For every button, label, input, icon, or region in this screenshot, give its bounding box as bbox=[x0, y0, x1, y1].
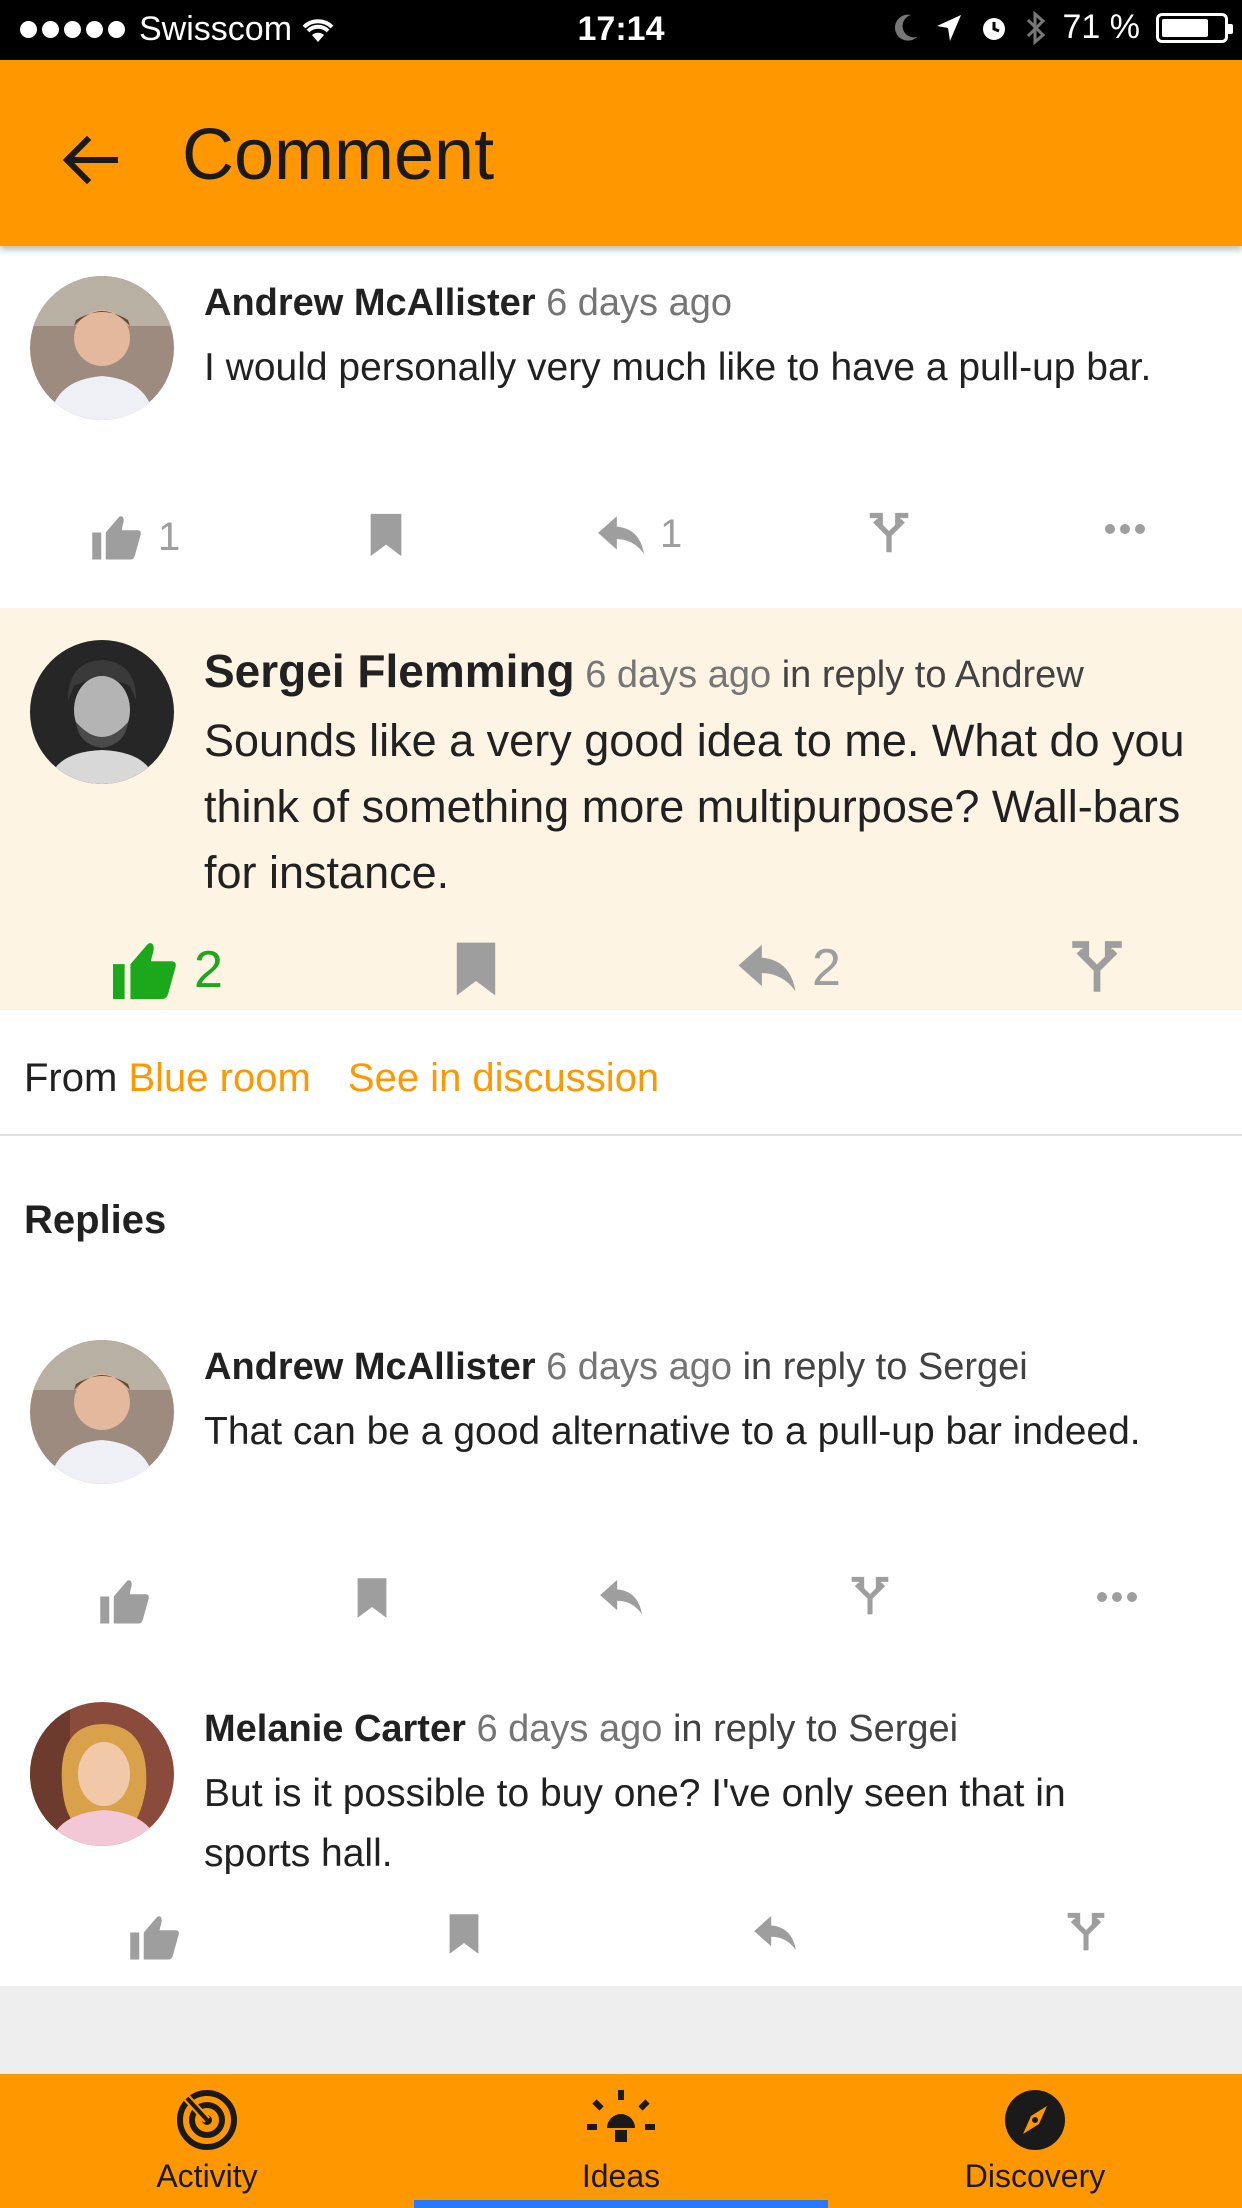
arrow-back-icon bbox=[62, 135, 118, 185]
comment-author[interactable]: Sergei Flemming bbox=[204, 645, 575, 697]
app-bar: Comment bbox=[0, 60, 1242, 246]
from-label: From bbox=[24, 1056, 118, 1100]
compass-icon bbox=[1005, 2090, 1065, 2150]
list-end-spacer bbox=[0, 1986, 1242, 2074]
comment-time: 6 days ago bbox=[585, 654, 772, 696]
reply-to-label[interactable]: in reply to Sergei bbox=[673, 1708, 958, 1750]
battery-percent: 71 % bbox=[1062, 8, 1141, 46]
bottom-navigation: Activity Ideas Discovery bbox=[0, 2074, 1242, 2208]
comment-time: 6 days ago bbox=[546, 1346, 733, 1388]
reply-to-label[interactable]: in reply to Andrew bbox=[782, 654, 1084, 696]
reply-icon bbox=[738, 944, 796, 992]
comment-author[interactable]: Melanie Carter bbox=[204, 1708, 466, 1750]
location-icon bbox=[936, 14, 961, 41]
avatar-melanie[interactable] bbox=[30, 1702, 174, 1846]
like-button[interactable] bbox=[128, 1912, 182, 1962]
more-button[interactable] bbox=[1104, 522, 1146, 536]
lightbulb-icon bbox=[587, 2090, 655, 2142]
reply-icon bbox=[600, 1579, 642, 1615]
like-button[interactable]: 1 bbox=[90, 512, 180, 562]
bookmark-button[interactable] bbox=[366, 512, 406, 558]
thumb-up-icon bbox=[100, 1580, 149, 1624]
bookmark-button[interactable] bbox=[446, 1912, 482, 1956]
active-tab-indicator bbox=[414, 2200, 828, 2208]
reply-to-label[interactable]: in reply to Sergei bbox=[743, 1346, 1028, 1388]
room-link[interactable]: Blue room bbox=[128, 1056, 310, 1100]
nav-label: Ideas bbox=[581, 2158, 661, 2194]
bookmark-icon bbox=[449, 1914, 479, 1954]
fork-icon bbox=[869, 512, 909, 553]
bluetooth-icon bbox=[1026, 10, 1045, 45]
like-count: 1 bbox=[158, 514, 181, 559]
bookmark-icon bbox=[370, 513, 402, 557]
nav-activity[interactable]: Activity bbox=[0, 2074, 414, 2208]
reply-button[interactable] bbox=[752, 1914, 798, 1952]
fork-button[interactable] bbox=[1070, 940, 1124, 994]
comment-author[interactable]: Andrew McAllister bbox=[204, 282, 536, 324]
moon-icon bbox=[894, 14, 917, 41]
bookmark-button[interactable] bbox=[354, 1576, 390, 1620]
comment-time: 6 days ago bbox=[546, 282, 733, 324]
more-horizontal-icon bbox=[1105, 524, 1145, 534]
reply-count: 2 bbox=[812, 939, 841, 997]
comment-time: 6 days ago bbox=[476, 1708, 663, 1750]
bookmark-button[interactable] bbox=[452, 940, 500, 998]
more-horizontal-icon bbox=[1097, 1592, 1137, 1602]
avatar-andrew[interactable] bbox=[30, 276, 174, 420]
alarm-icon bbox=[982, 17, 1005, 40]
fork-icon bbox=[1072, 941, 1122, 992]
thumb-up-icon bbox=[130, 1916, 179, 1960]
comment-text: Sounds like a very good idea to me. What… bbox=[204, 715, 1185, 898]
page-title: Comment bbox=[182, 115, 495, 195]
comment-text: I would personally very much like to hav… bbox=[204, 346, 1152, 389]
reply-icon bbox=[754, 1915, 796, 1951]
like-count: 2 bbox=[194, 941, 223, 999]
activity-icon bbox=[177, 2090, 237, 2150]
avatar-andrew[interactable] bbox=[30, 1340, 174, 1484]
reply-item: Melanie Carter 6 days ago in reply to Se… bbox=[0, 1672, 1242, 1986]
reply-icon bbox=[598, 515, 644, 554]
thumb-up-icon bbox=[92, 516, 141, 560]
replies-heading: Replies bbox=[24, 1198, 167, 1242]
reply-count: 1 bbox=[660, 512, 683, 556]
reply-button[interactable] bbox=[598, 1578, 644, 1616]
avatar-sergei[interactable] bbox=[30, 640, 174, 784]
comment-text: But is it possible to buy one? I've only… bbox=[204, 1772, 1066, 1875]
fork-icon bbox=[851, 1576, 889, 1615]
fork-button[interactable] bbox=[1066, 1912, 1106, 1952]
main-comment: Andrew McAllister 6 days ago I would per… bbox=[0, 246, 1242, 608]
comment-author[interactable]: Andrew McAllister bbox=[204, 1346, 536, 1388]
nav-label: Activity bbox=[156, 2158, 258, 2194]
reply-item: Andrew McAllister 6 days ago in reply to… bbox=[0, 1310, 1242, 1650]
nav-discovery[interactable]: Discovery bbox=[828, 2074, 1242, 2208]
comment-text: That can be a good alternative to a pull… bbox=[204, 1410, 1141, 1453]
reply-button[interactable]: 2 bbox=[736, 938, 841, 998]
bookmark-icon bbox=[456, 942, 496, 996]
fork-button[interactable] bbox=[868, 512, 910, 554]
bookmark-icon bbox=[357, 1578, 387, 1618]
reply-button[interactable]: 1 bbox=[596, 512, 682, 557]
highlighted-comment: Sergei Flemming 6 days ago in reply to A… bbox=[0, 608, 1242, 1010]
see-in-discussion-link[interactable]: See in discussion bbox=[348, 1056, 659, 1100]
thumb-up-icon bbox=[113, 943, 176, 1000]
fork-button[interactable] bbox=[850, 1576, 890, 1616]
like-button[interactable]: 2 bbox=[110, 938, 223, 1002]
divider bbox=[0, 1134, 1242, 1136]
comment-source: From Blue room See in discussion bbox=[24, 1056, 659, 1101]
nav-ideas[interactable]: Ideas bbox=[414, 2074, 828, 2208]
status-bar: Swisscom 17:14 71 % bbox=[0, 0, 1242, 60]
back-button[interactable] bbox=[40, 110, 140, 210]
battery-icon bbox=[1156, 12, 1233, 43]
fork-icon bbox=[1067, 1912, 1105, 1951]
like-button[interactable] bbox=[98, 1576, 152, 1626]
more-button[interactable] bbox=[1096, 1590, 1138, 1604]
nav-label: Discovery bbox=[964, 2158, 1106, 2194]
